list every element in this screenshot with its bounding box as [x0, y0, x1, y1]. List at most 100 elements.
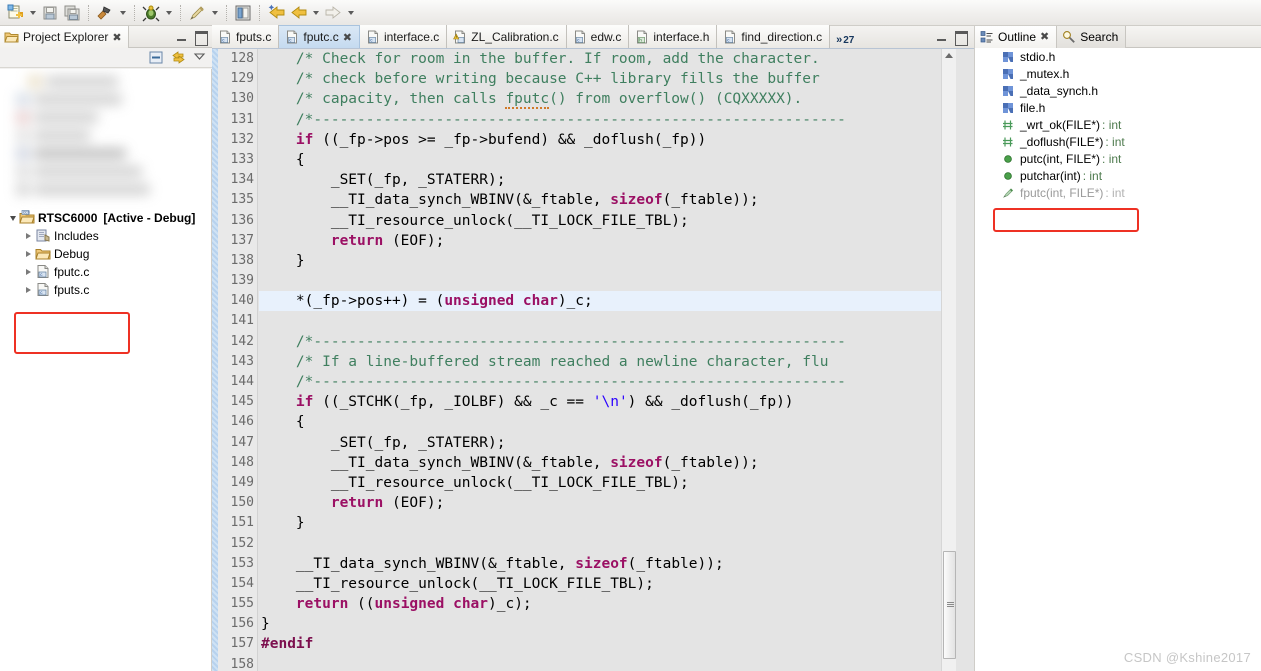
navigate-back-dropdown-arrow[interactable] — [309, 2, 322, 24]
expand-arrow-icon[interactable] — [6, 215, 19, 221]
code-line[interactable] — [259, 534, 949, 554]
tree-item-includes[interactable]: Includes — [0, 227, 211, 245]
code-line[interactable]: return (EOF); — [259, 493, 949, 513]
editor-tab-zl-calibration-c[interactable]: ZL_Calibration.c — [447, 25, 567, 48]
maximize-button[interactable] — [194, 30, 208, 46]
build-button[interactable] — [94, 2, 116, 24]
code-line[interactable]: return (EOF); — [259, 231, 949, 251]
code-line[interactable]: __TI_data_synch_WBINV(&_ftable, sizeof(_… — [259, 190, 949, 210]
navigate-back-button[interactable] — [287, 2, 309, 24]
code-editor[interactable]: 128 129 130 131 132 133 134 135 136 137 138 139 140 1… — [212, 49, 974, 671]
editor-tab-interface-h[interactable]: h interface.h — [629, 25, 718, 48]
line-number: 141 — [230, 313, 254, 329]
expand-arrow-icon[interactable] — [22, 269, 35, 275]
code-line[interactable]: /*--------------------------------------… — [259, 372, 949, 392]
new-file-dropdown-arrow[interactable] — [26, 2, 39, 24]
code-line[interactable]: /* capacity, then calls fputc() from ove… — [259, 89, 949, 110]
tree-item-rtsc6000[interactable]: CCS RTSC6000 [Active - Debug] — [0, 209, 211, 227]
code-token: #endif — [261, 636, 314, 653]
outline-item-mutex-h[interactable]: _mutex.h — [975, 65, 1261, 82]
code-line[interactable]: } — [259, 251, 949, 271]
minimize-button[interactable] — [935, 30, 949, 44]
scroll-up-arrow-icon[interactable] — [945, 53, 953, 58]
tab-search[interactable]: Search — [1057, 25, 1127, 48]
code-line[interactable]: __TI_data_synch_WBINV(&_ftable, sizeof(_… — [259, 453, 949, 473]
outline-item-data-synch-h[interactable]: _data_synch.h — [975, 82, 1261, 99]
navigate-forward-dropdown-arrow[interactable] — [344, 2, 357, 24]
code-line[interactable]: _SET(_fp, _STATERR); — [259, 170, 949, 190]
expand-arrow-icon[interactable] — [22, 251, 35, 257]
editor-tab-fputc-c[interactable]: c fputc.c ✖ — [279, 25, 360, 48]
outline-item-doflush[interactable]: _doflush(FILE*) : int — [975, 133, 1261, 150]
editor-tab-interface-c[interactable]: c interface.c — [359, 25, 448, 48]
debug-button[interactable] — [140, 2, 162, 24]
marker-dropdown-arrow[interactable] — [208, 2, 221, 24]
expand-arrow-icon[interactable] — [22, 233, 35, 239]
expand-arrow-icon[interactable] — [22, 287, 35, 293]
back-to-last-edit-button[interactable] — [265, 2, 287, 24]
outline-item-putchar[interactable]: putchar(int) : int — [975, 167, 1261, 184]
line-number: 146 — [230, 414, 254, 430]
code-line[interactable]: /*--------------------------------------… — [259, 332, 949, 352]
outline-item-label: stdio.h — [1020, 49, 1056, 64]
code-line[interactable]: } — [259, 614, 949, 634]
code-line[interactable]: __TI_resource_unlock(__TI_LOCK_FILE_TBL)… — [259, 211, 949, 231]
code-line[interactable]: /*--------------------------------------… — [259, 110, 949, 130]
code-line[interactable]: return ((unsigned char)_c); — [259, 594, 949, 614]
source-code-text[interactable]: /* Check for room in the buffer. If room… — [259, 49, 949, 671]
new-file-button[interactable] — [4, 2, 26, 24]
marker-button[interactable] — [186, 2, 208, 24]
tab-project-explorer[interactable]: Project Explorer ✖ — [0, 26, 129, 48]
tab-outline[interactable]: Outline ✖ — [975, 25, 1058, 48]
close-icon[interactable]: ✖ — [343, 31, 352, 44]
code-line[interactable]: __TI_data_synch_WBINV(&_ftable, sizeof(_… — [259, 554, 949, 574]
minimize-button[interactable] — [175, 30, 189, 44]
editor-area: c fputs.c c fputc.c ✖ c interface.c ZL_C… — [212, 25, 974, 671]
code-line[interactable]: *(_fp->pos++) = (unsigned char)_c; — [259, 291, 949, 312]
tree-item-fputc-c[interactable]: c fputc.c — [0, 263, 211, 281]
maximize-button[interactable] — [954, 30, 968, 46]
save-all-button[interactable] — [61, 2, 83, 24]
code-line[interactable] — [259, 271, 949, 291]
navigate-forward-button[interactable] — [322, 2, 344, 24]
close-icon[interactable]: ✖ — [112, 31, 121, 44]
editor-vertical-scrollbar[interactable] — [941, 49, 956, 671]
code-line[interactable]: { — [259, 150, 949, 170]
function-icon — [1001, 152, 1015, 166]
save-button[interactable] — [39, 2, 61, 24]
view-menu-icon[interactable] — [193, 50, 206, 66]
code-line[interactable]: __TI_resource_unlock(__TI_LOCK_FILE_TBL)… — [259, 473, 949, 493]
code-line[interactable]: _SET(_fp, _STATERR); — [259, 433, 949, 453]
outline-item-fputc[interactable]: fputc(int, FILE*) : int — [975, 184, 1261, 201]
code-line[interactable]: if ((_fp->pos >= _fp->bufend) && _doflus… — [259, 130, 949, 150]
outline-item-putc[interactable]: putc(int, FILE*) : int — [975, 150, 1261, 167]
editor-tab-overflow-button[interactable]: » 27 — [830, 34, 860, 48]
code-line[interactable]: { — [259, 412, 949, 432]
code-line[interactable]: /* check before writing because C++ libr… — [259, 69, 949, 89]
code-line[interactable]: __TI_resource_unlock(__TI_LOCK_FILE_TBL)… — [259, 574, 949, 594]
code-line[interactable]: if ((_STCHK(_fp, _IOLBF) && _c == '\n') … — [259, 392, 949, 412]
code-line[interactable]: #endif — [259, 634, 949, 654]
build-dropdown-arrow[interactable] — [116, 2, 129, 24]
outline-item-label: _doflush(FILE*) — [1020, 134, 1104, 149]
code-line[interactable]: /* Check for room in the buffer. If room… — [259, 49, 949, 69]
debug-dropdown-arrow[interactable] — [162, 2, 175, 24]
outline-item-wrt-ok[interactable]: _wrt_ok(FILE*) : int — [975, 116, 1261, 133]
editor-tab-find-direction-c[interactable]: c find_direction.c — [717, 25, 831, 48]
outline-item-file-h[interactable]: file.h — [975, 99, 1261, 116]
code-token: /*--------------------------------------… — [261, 111, 846, 128]
code-line[interactable] — [259, 655, 949, 671]
perspective-button[interactable] — [232, 2, 254, 24]
close-icon[interactable]: ✖ — [1040, 30, 1049, 43]
project-explorer-tree[interactable]: CCS RTSC6000 [Active - Debug] Includes D… — [0, 69, 212, 671]
scrollbar-thumb[interactable] — [943, 551, 956, 659]
outline-item-stdio-h[interactable]: stdio.h — [975, 48, 1261, 65]
code-line[interactable]: } — [259, 513, 949, 533]
editor-tab-edw-c[interactable]: c edw.c — [566, 25, 630, 48]
editor-tab-fputs-c[interactable]: c fputs.c — [212, 25, 280, 48]
tree-item-debug[interactable]: Debug — [0, 245, 211, 263]
outline-item-list[interactable]: stdio.h _mutex.h _data_synch.h file.h _w… — [975, 48, 1261, 671]
tree-item-fputs-c[interactable]: c fputs.c — [0, 281, 211, 299]
code-line[interactable] — [259, 311, 949, 331]
code-line[interactable]: /* If a line-buffered stream reached a n… — [259, 352, 949, 372]
